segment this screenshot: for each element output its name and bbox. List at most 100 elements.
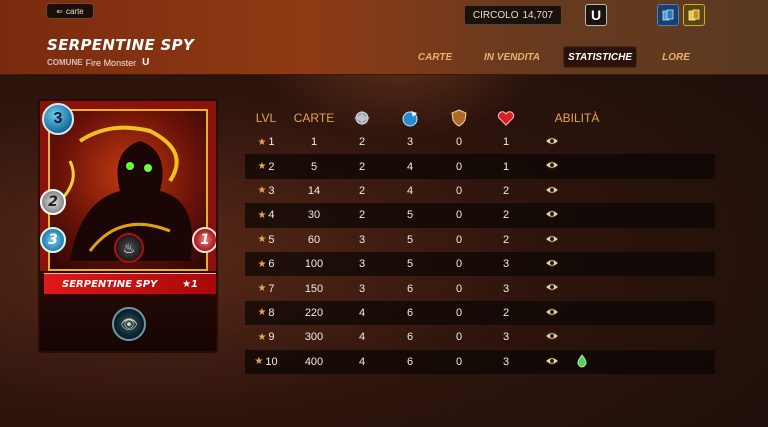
cell-health: 3 [495, 325, 517, 349]
cell-speed-value: 5 [406, 233, 414, 246]
cell-lvl: ★ 10 [245, 350, 287, 374]
cell-health-value: 3 [502, 282, 510, 295]
cell-lvl: ★ 5 [245, 228, 287, 252]
table-row: ★ 6 100 3 5 0 3 [245, 251, 715, 277]
table-row: ★ 2 5 2 4 0 1 [245, 154, 715, 179]
cell-lvl-value: 4 [268, 209, 275, 222]
tab-statistiche[interactable]: STATISTICHE [563, 46, 637, 68]
cell-armor: 0 [448, 203, 470, 227]
cell-lvl-value: 5 [268, 233, 275, 246]
cell-melee-value: 4 [358, 331, 366, 344]
cell-speed-value: 6 [406, 306, 414, 319]
card-name-bar: SERPENTINE SPY ★1 [44, 273, 216, 295]
cell-armor: 0 [448, 130, 470, 154]
sneak-icon[interactable] [545, 257, 559, 269]
cards-collection-icon[interactable] [657, 4, 679, 26]
star-icon: ★ [257, 161, 267, 173]
cell-lvl: ★ 9 [245, 325, 287, 349]
table-row: ★ 7 150 3 6 0 3 [245, 276, 715, 300]
speed-stat-badge: 3 [40, 227, 66, 253]
sneak-icon[interactable] [545, 208, 559, 220]
cell-melee-value: 3 [358, 282, 366, 295]
cell-health: 2 [495, 228, 517, 252]
poison-icon[interactable] [575, 353, 589, 367]
cell-carte: 100 [291, 252, 337, 276]
health-icon [495, 108, 517, 128]
cell-melee: 3 [351, 228, 373, 252]
sneak-icon[interactable] [545, 159, 559, 171]
cell-melee: 4 [351, 325, 373, 349]
cell-carte-value: 220 [304, 306, 324, 319]
cell-armor-value: 0 [455, 331, 463, 344]
cell-lvl-value: 6 [268, 258, 275, 271]
cell-speed: 5 [399, 252, 421, 276]
cell-lvl-value: 1 [268, 136, 275, 149]
speed-icon [399, 108, 421, 128]
sneak-icon[interactable] [545, 135, 559, 147]
armor-icon [448, 108, 470, 128]
table-row: ★ 1 1 2 3 0 1 [245, 130, 715, 154]
cell-melee: 4 [351, 350, 373, 374]
cell-speed: 5 [399, 228, 421, 252]
cell-lvl: ★ 2 [245, 154, 287, 178]
card-name-label: SERPENTINE SPY [62, 278, 158, 290]
cell-speed-value: 6 [406, 331, 414, 344]
card-level-label: ★1 [182, 278, 198, 290]
league-badge-icon[interactable]: U [585, 4, 607, 26]
cell-lvl-value: 8 [268, 306, 275, 319]
tab-in-vendita[interactable]: IN VENDITA [476, 46, 548, 68]
sneak-icon[interactable] [545, 233, 559, 245]
cell-melee-value: 2 [358, 160, 366, 173]
cell-speed-value: 6 [406, 282, 414, 295]
cell-health-value: 2 [502, 233, 510, 246]
cell-lvl: ★ 3 [245, 179, 287, 203]
monster-card[interactable]: 3 2 3 1 ♨ SERPENTINE SPY ★1 👁 [38, 99, 218, 353]
cell-carte: 60 [291, 228, 337, 252]
stats-table: LVL CARTE ABILITÀ ★ 1 1 2 3 0 1 ★ 2 5 2 4 0 1 ★ 3 14 2 4 0 2… [245, 106, 715, 374]
back-button[interactable]: ⇐ carte [46, 3, 94, 19]
tab-carte[interactable]: CARTE [408, 46, 462, 68]
cell-melee: 4 [351, 301, 373, 325]
cell-armor: 0 [448, 154, 470, 178]
melee-attack-icon [351, 108, 373, 128]
cell-carte-value: 60 [307, 233, 321, 246]
cell-carte-value: 5 [310, 160, 318, 173]
cell-speed-value: 5 [406, 258, 414, 271]
header-carte: CARTE [293, 111, 335, 125]
cell-melee-value: 3 [358, 258, 366, 271]
cell-armor-value: 0 [455, 136, 463, 149]
cell-melee-value: 4 [358, 306, 366, 319]
sneak-icon[interactable] [545, 330, 559, 342]
cell-carte: 400 [291, 350, 337, 374]
cell-health: 3 [495, 276, 517, 300]
sneak-icon[interactable] [545, 184, 559, 196]
sneak-icon[interactable] [545, 281, 559, 293]
cell-speed: 6 [399, 325, 421, 349]
sneak-icon[interactable] [545, 355, 559, 367]
fire-element-icon: ♨ [114, 233, 144, 263]
cell-speed: 4 [399, 154, 421, 178]
circolo-label: CIRCOLO [472, 9, 519, 21]
table-row: ★ 3 14 2 4 0 2 [245, 179, 715, 203]
cell-carte: 150 [291, 276, 337, 300]
cell-health: 2 [495, 301, 517, 325]
sneak-icon[interactable] [545, 306, 559, 318]
cell-armor: 0 [448, 252, 470, 276]
tab-lore[interactable]: LORE [652, 46, 700, 68]
circolo-value: 14,707 [522, 9, 554, 21]
cell-lvl: ★ 1 [245, 130, 287, 154]
table-row: ★ 4 30 2 5 0 2 [245, 203, 715, 228]
mana-cost-badge: 3 [42, 103, 74, 135]
star-icon: ★ [257, 234, 267, 246]
gold-cards-icon[interactable] [683, 4, 705, 26]
cell-armor-value: 0 [455, 160, 463, 173]
cell-armor: 0 [448, 350, 470, 374]
cell-armor-value: 0 [455, 209, 463, 222]
cell-lvl: ★ 6 [245, 252, 287, 276]
cell-melee-value: 3 [358, 233, 366, 246]
cell-carte: 5 [291, 154, 337, 178]
table-body: ★ 1 1 2 3 0 1 ★ 2 5 2 4 0 1 ★ 3 14 2 4 0 2 ★ 4 30 2 5 0 2 ★ 5 60 3 5 0 2 ★ 6… [245, 130, 715, 374]
table-header: LVL CARTE ABILITÀ [245, 106, 715, 130]
circolo-display: CIRCOLO 14,707 [464, 5, 562, 25]
cell-health-value: 2 [502, 209, 510, 222]
